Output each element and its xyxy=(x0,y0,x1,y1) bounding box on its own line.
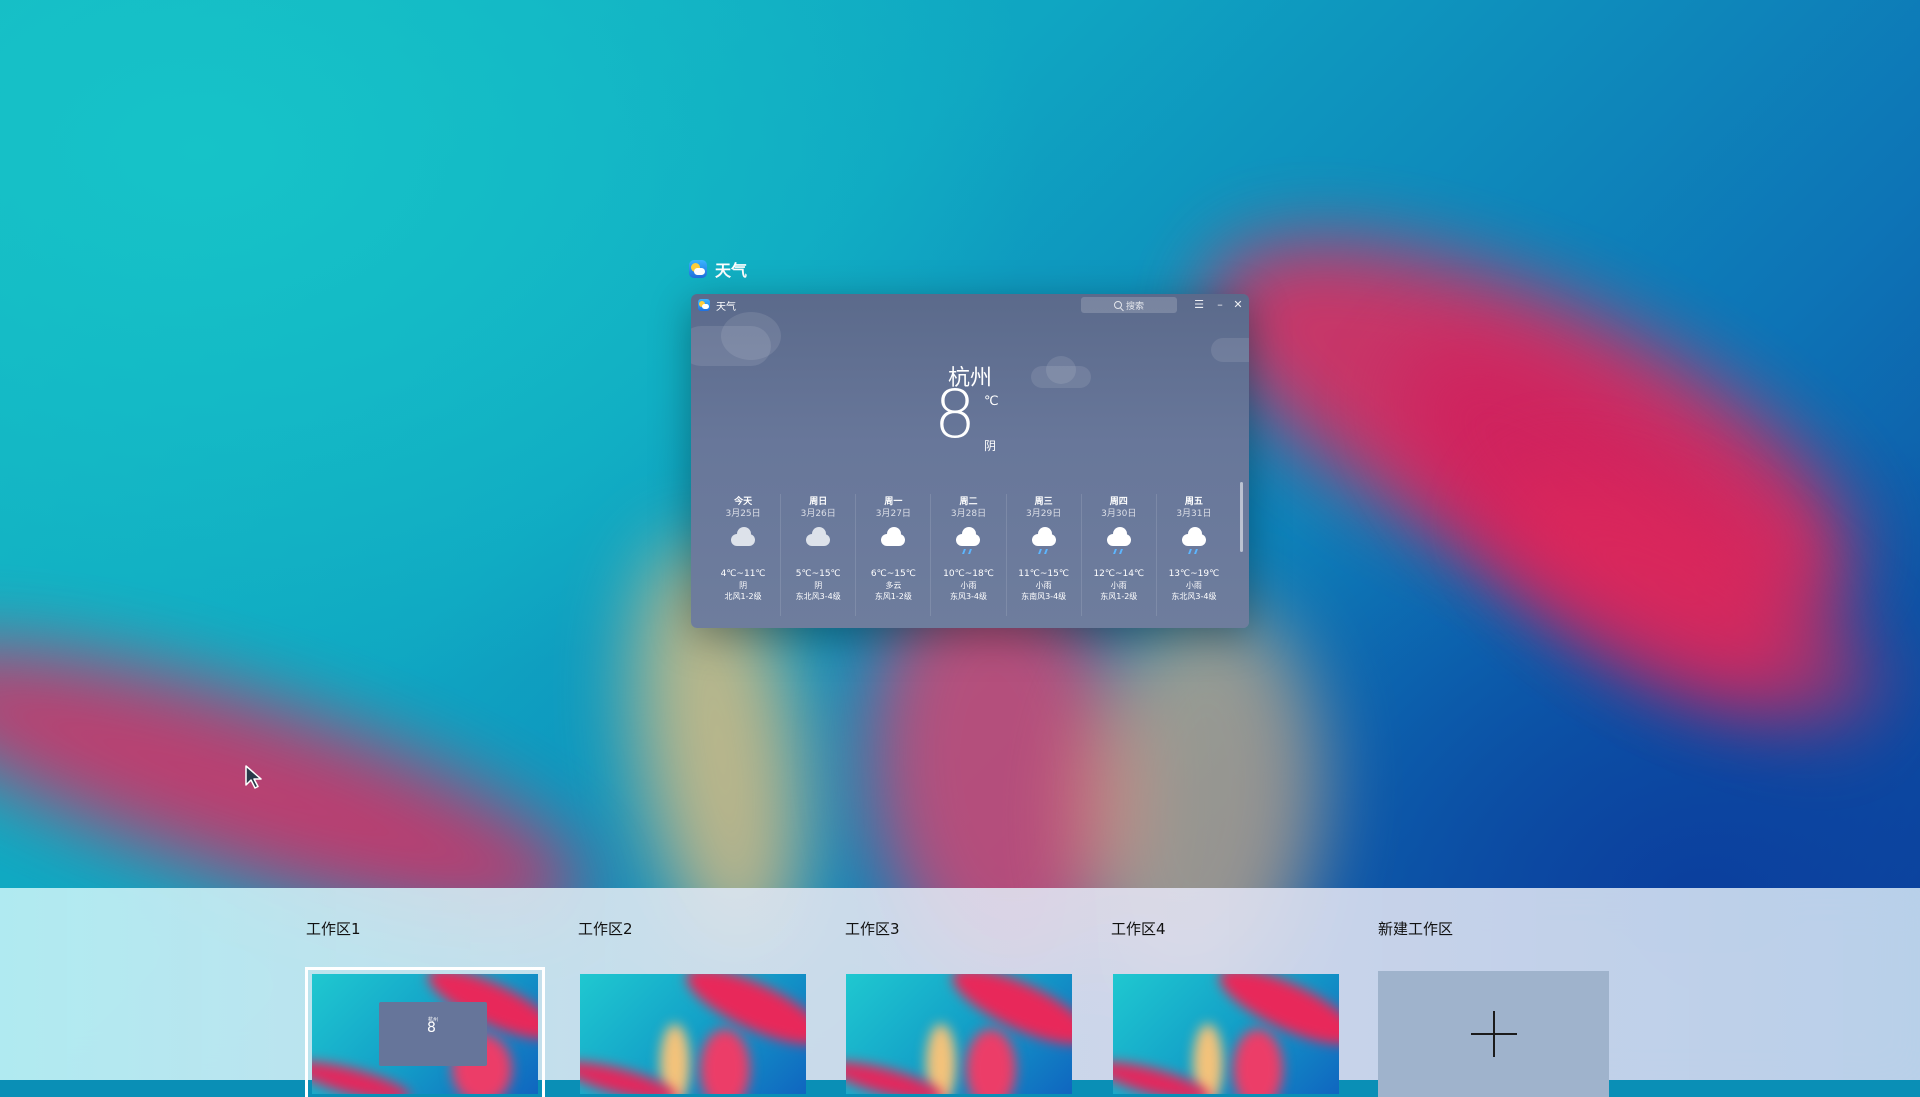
window-titlebar[interactable]: 天气 搜索 ☰ – ✕ xyxy=(691,294,1249,316)
light-rain-icon xyxy=(1082,522,1156,564)
temperature-unit: ℃ xyxy=(984,394,999,409)
weather-app-icon xyxy=(698,299,710,311)
forecast-wind: 东风1-2级 xyxy=(1100,592,1138,601)
menu-icon[interactable]: ☰ xyxy=(1191,297,1207,313)
forecast-list: 今天 3月25日 4℃~11℃ 阴 北风1-2级 周日 3月26日 5℃~15℃… xyxy=(706,494,1231,616)
forecast-range: 13℃~19℃ xyxy=(1168,569,1220,579)
workspace-thumbnail[interactable] xyxy=(580,974,806,1094)
forecast-day: 周五 3月31日 13℃~19℃ 小雨 东北风3-4级 xyxy=(1157,494,1231,616)
mini-weather-window: 杭州 8 xyxy=(379,1002,487,1066)
forecast-day-name: 周三 xyxy=(1034,497,1053,507)
workspace-label: 工作区3 xyxy=(845,920,900,938)
forecast-wind: 东北风3-4级 xyxy=(1171,592,1217,601)
forecast-day: 今天 3月25日 4℃~11℃ 阴 北风1-2级 xyxy=(706,494,782,616)
cloudy-icon xyxy=(706,522,780,564)
workspace-bar: 工作区1 杭州 8 工作区2 工作区3 工作区4 新建工作区 xyxy=(0,888,1920,1097)
forecast-scrollbar[interactable] xyxy=(1240,482,1243,552)
forecast-wind: 东北风3-4级 xyxy=(795,592,841,601)
forecast-wind: 北风1-2级 xyxy=(724,592,762,601)
forecast-range: 10℃~18℃ xyxy=(943,569,994,579)
add-workspace-button[interactable] xyxy=(1378,971,1609,1097)
forecast-wind: 东南风3-4级 xyxy=(1021,592,1067,601)
search-placeholder: 搜索 xyxy=(1125,301,1144,312)
forecast-range: 4℃~11℃ xyxy=(720,569,766,579)
forecast-day: 周一 3月27日 6℃~15℃ 多云 东风1-2级 xyxy=(856,494,932,616)
partly-cloudy-icon xyxy=(856,522,930,564)
workspace-label: 工作区4 xyxy=(1111,920,1166,938)
window-label-title: 天气 xyxy=(715,261,748,280)
forecast-date: 3月31日 xyxy=(1176,509,1212,519)
forecast-day-name: 周二 xyxy=(959,497,978,507)
current-temperature: 8 xyxy=(934,376,976,453)
forecast-date: 3月25日 xyxy=(725,509,761,519)
mini-temp: 8 xyxy=(427,1020,436,1036)
workspace-thumbnail[interactable]: 杭州 8 xyxy=(305,967,545,1097)
window-title: 天气 xyxy=(716,301,736,313)
window-label[interactable]: 天气 xyxy=(689,257,747,281)
forecast-condition: 小雨 xyxy=(1035,581,1052,590)
new-workspace-label: 新建工作区 xyxy=(1378,920,1454,938)
forecast-wind: 东风1-2级 xyxy=(874,592,912,601)
forecast-day: 周日 3月26日 5℃~15℃ 阴 东北风3-4级 xyxy=(781,494,857,616)
forecast-range: 5℃~15℃ xyxy=(795,569,841,579)
weather-window[interactable]: 天气 搜索 ☰ – ✕ 杭州 8 ℃ 阴 今天 3月25日 4℃~11℃ 阴 北… xyxy=(691,294,1249,628)
forecast-day-name: 周四 xyxy=(1109,497,1128,507)
forecast-day: 周四 3月30日 12℃~14℃ 小雨 东风1-2级 xyxy=(1082,494,1157,616)
workspace-thumbnail[interactable] xyxy=(1113,974,1339,1094)
cloudy-icon xyxy=(781,522,855,564)
forecast-day: 周三 3月29日 11℃~15℃ 小雨 东南风3-4级 xyxy=(1007,494,1082,616)
forecast-date: 3月28日 xyxy=(950,509,987,519)
forecast-day-name: 周一 xyxy=(884,497,903,507)
forecast-condition: 多云 xyxy=(885,581,902,590)
forecast-day-name: 今天 xyxy=(734,497,753,507)
close-button[interactable]: ✕ xyxy=(1230,297,1246,313)
forecast-date: 3月29日 xyxy=(1026,509,1062,519)
forecast-range: 11℃~15℃ xyxy=(1018,569,1069,579)
forecast-day: 周二 3月28日 10℃~18℃ 小雨 东风3-4级 xyxy=(931,494,1007,616)
minimize-button[interactable]: – xyxy=(1212,297,1228,313)
forecast-condition: 小雨 xyxy=(1110,581,1127,590)
forecast-condition: 小雨 xyxy=(960,581,977,590)
weather-app-icon xyxy=(689,260,707,278)
forecast-date: 3月27日 xyxy=(875,509,911,519)
forecast-range: 6℃~15℃ xyxy=(870,569,916,579)
plus-icon xyxy=(1470,1011,1517,1057)
light-rain-icon xyxy=(931,522,1005,564)
light-rain-icon xyxy=(1157,522,1231,564)
forecast-date: 3月30日 xyxy=(1101,509,1137,519)
light-rain-icon xyxy=(1007,522,1081,564)
search-icon xyxy=(1113,301,1122,309)
current-condition: 阴 xyxy=(984,439,997,453)
forecast-date: 3月26日 xyxy=(800,509,836,519)
forecast-day-name: 周日 xyxy=(809,497,828,507)
forecast-condition: 阴 xyxy=(814,581,823,590)
forecast-range: 12℃~14℃ xyxy=(1093,569,1145,579)
forecast-day-name: 周五 xyxy=(1184,497,1203,507)
workspace-thumbnail[interactable] xyxy=(846,974,1072,1094)
forecast-wind: 东风3-4级 xyxy=(949,592,988,601)
workspace-label: 工作区2 xyxy=(578,920,633,938)
forecast-condition: 小雨 xyxy=(1185,581,1202,590)
search-input[interactable]: 搜索 xyxy=(1081,297,1177,313)
forecast-condition: 阴 xyxy=(739,581,748,590)
workspace-label: 工作区1 xyxy=(306,920,361,938)
